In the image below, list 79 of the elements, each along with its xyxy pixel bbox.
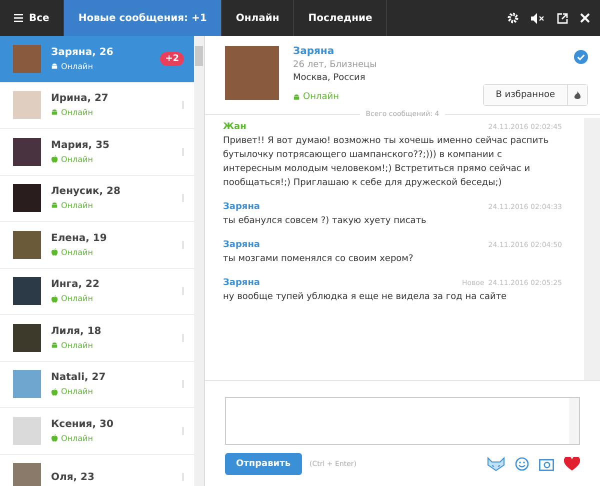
apple-icon — [51, 294, 58, 303]
message-text: ну вообще тупей ублюдка я еще не видела за год на сайте — [223, 290, 508, 304]
tab[interactable]: Онлайн — [222, 0, 294, 36]
photo-placeholder — [13, 184, 41, 212]
unread-count: +2 — [160, 52, 184, 66]
message-author: Заряна — [223, 278, 260, 288]
contact-status: Онлайн — [51, 294, 172, 304]
contact-status: Онлайн — [51, 387, 172, 396]
contact-name: Заряна, 26 — [51, 46, 114, 58]
favorite-button[interactable]: В избранное — [484, 85, 568, 105]
message-author: Заряна — [223, 240, 260, 250]
apple-icon — [51, 248, 58, 256]
external-link-icon[interactable] — [557, 12, 568, 24]
contact-status: Онлайн — [51, 62, 150, 71]
contact-status: Онлайн — [51, 434, 172, 443]
smiley-icon[interactable] — [515, 457, 529, 471]
contact-status: Онлайн — [51, 340, 172, 350]
photo-placeholder — [13, 230, 41, 259]
photo-placeholder — [13, 44, 41, 73]
flame-icon — [574, 90, 581, 100]
contact-name: Ирина, 27 — [51, 93, 110, 104]
settings-icon[interactable] — [507, 12, 519, 24]
apple-icon — [51, 434, 58, 442]
contact-item[interactable]: Natali, 27 Онлайн — [0, 362, 194, 408]
apple-icon — [51, 388, 58, 396]
contact-item[interactable]: Ленусик, 28 Онлайн — [0, 176, 194, 222]
contact-name: Елена, 19 — [51, 232, 108, 244]
photo-placeholder — [13, 324, 41, 352]
profile-name: Заряна — [293, 46, 336, 57]
tab[interactable]: Новые сообщения: +1 — [64, 0, 222, 36]
android-icon — [51, 62, 58, 70]
verified-icon — [574, 50, 588, 64]
contact-name: Natali, 27 — [51, 372, 107, 384]
tab[interactable]: Последние — [294, 0, 388, 36]
profile-status: Онлайн — [293, 92, 377, 102]
scrollbar[interactable] — [584, 118, 600, 380]
android-icon — [51, 342, 58, 349]
contact-name: Ксения, 30 — [51, 418, 114, 430]
heart-icon[interactable] — [564, 457, 580, 471]
message-input[interactable] — [225, 397, 580, 445]
android-icon — [51, 202, 58, 210]
contact-name: Инга, 22 — [51, 279, 100, 290]
message-author: Заряна — [223, 202, 260, 212]
contact-name: Ленусик, 28 — [51, 186, 122, 198]
photo-placeholder — [13, 277, 41, 306]
message-author: Жан — [223, 122, 246, 132]
close-icon[interactable] — [580, 13, 590, 23]
profile-location: Москва, Россия — [293, 73, 366, 83]
contact-item[interactable]: Заряна, 26 Онлайн +2 — [0, 36, 194, 82]
contact-status: Онлайн — [51, 108, 172, 118]
fox-icon[interactable] — [487, 457, 505, 471]
scrollbar[interactable] — [194, 36, 204, 486]
menu-icon — [14, 14, 23, 22]
apple-icon — [51, 155, 58, 164]
android-icon — [51, 109, 58, 116]
contact-status: Онлайн — [51, 154, 172, 164]
android-icon — [293, 94, 300, 100]
photo-placeholder — [13, 138, 41, 166]
contact-status: Онлайн — [51, 248, 172, 257]
message-text: ты ебанулся совсем ?) такую хуету писать — [223, 214, 428, 228]
profile-details: 26 лет, Близнецы — [293, 60, 377, 70]
contact-item[interactable]: Ирина, 27 Онлайн — [0, 82, 194, 129]
photo-placeholder — [13, 463, 41, 486]
contact-name: Лиля, 18 — [51, 326, 102, 337]
mute-icon[interactable] — [531, 12, 545, 24]
fire-button[interactable] — [568, 85, 587, 105]
contact-item[interactable]: Инга, 22 Онлайн — [0, 268, 194, 315]
contact-status: Онлайн — [51, 201, 172, 210]
photo-placeholder — [13, 370, 41, 398]
contact-name: Оля, 23 — [51, 472, 96, 483]
photo-icon[interactable] — [539, 458, 554, 470]
contact-item[interactable]: Оля, 23 — [0, 454, 194, 486]
message-text: Привет!! Я вот думаю! возможно ты хочешь именно сейчас распить бутылочку потрясающего шампанского??;))) в компании с интересным молодым человеком!;) Встретиться прямо сейчас и пообщаться!;) Приглашаю к себе для дружеской беседы;) — [223, 135, 550, 190]
photo-placeholder — [225, 46, 279, 100]
message-text: ты мозгами поменялся со своим хером? — [223, 252, 414, 266]
photo-placeholder — [13, 416, 41, 445]
contact-name: Мария, 35 — [51, 140, 110, 151]
photo-placeholder — [13, 91, 41, 120]
menu-label: Все — [29, 12, 50, 24]
